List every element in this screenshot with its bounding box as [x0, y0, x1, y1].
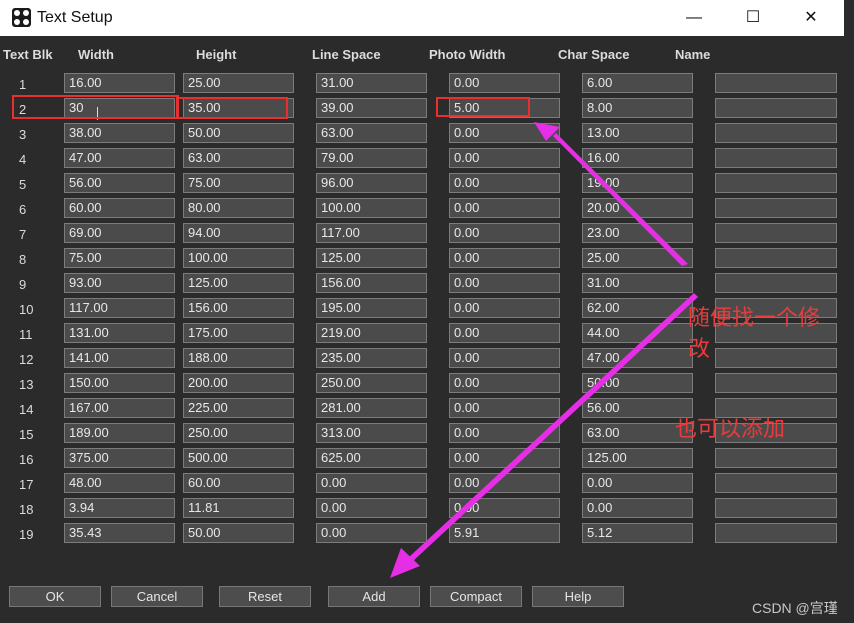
watermark: CSDN @宫瑾 — [752, 600, 838, 616]
add-button[interactable]: Add — [328, 586, 420, 607]
annotation-modify-line1: 随便找一个修 — [688, 305, 821, 330]
ok-button[interactable]: OK — [9, 586, 101, 607]
annotation-modify-line2: 改 — [688, 336, 711, 361]
compact-button[interactable]: Compact — [430, 586, 522, 607]
reset-button[interactable]: Reset — [219, 586, 311, 607]
cancel-button[interactable]: Cancel — [111, 586, 203, 607]
help-button[interactable]: Help — [532, 586, 624, 607]
annotation-add: 也可以添加 — [675, 416, 786, 441]
